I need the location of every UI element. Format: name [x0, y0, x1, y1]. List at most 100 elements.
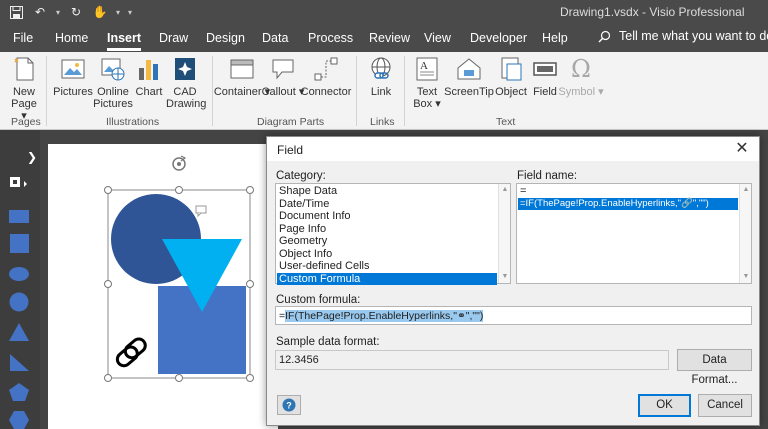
link-icon: [368, 56, 394, 82]
tab-help[interactable]: Help: [542, 31, 568, 45]
group-separator: [356, 56, 357, 126]
online-pictures-button[interactable]: Online Pictures: [93, 56, 133, 110]
touch-dropdown-icon[interactable]: ▾: [114, 2, 122, 22]
tab-file[interactable]: File: [13, 31, 33, 45]
canvas-shapes: [104, 155, 254, 382]
shape-pentagon-icon[interactable]: [8, 382, 30, 402]
group-label-diagram-parts: Diagram Parts: [257, 116, 325, 128]
callout-icon: [270, 56, 296, 82]
tab-home[interactable]: Home: [55, 31, 88, 45]
drawing-canvas[interactable]: [48, 144, 278, 429]
customize-qat-icon[interactable]: ▾: [126, 2, 134, 22]
object-icon: [498, 56, 524, 82]
list-item-selected[interactable]: =IF(ThePage!Prop.EnableHyperlinks,"🔗",""…: [518, 197, 738, 210]
close-icon[interactable]: ✕: [733, 140, 751, 158]
cancel-button[interactable]: Cancel: [698, 394, 752, 417]
list-item[interactable]: Object Info: [277, 248, 497, 261]
group-label-links: Links: [370, 116, 395, 128]
tab-developer[interactable]: Developer: [470, 31, 527, 45]
list-item[interactable]: Shape Data: [277, 185, 497, 198]
category-scrollbar[interactable]: ▲ ▼: [498, 184, 510, 283]
pictures-button[interactable]: Pictures: [53, 56, 93, 98]
list-item[interactable]: Document Info: [277, 210, 497, 223]
dialog-title-bar: Field ✕: [267, 137, 759, 161]
cad-drawing-button[interactable]: CAD Drawing: [166, 56, 206, 110]
tab-draw[interactable]: Draw: [159, 31, 188, 45]
shapes-panel: ❯: [0, 130, 40, 429]
category-label: Category:: [276, 170, 326, 182]
window-title: Drawing1.vsdx - Visio Professional: [560, 5, 745, 19]
tab-insert[interactable]: Insert: [107, 31, 142, 51]
sample-data-label: Sample data format:: [276, 336, 380, 348]
hyperlink-chain-icon: [115, 337, 147, 368]
tab-review[interactable]: Review: [369, 31, 410, 45]
touch-mode-icon[interactable]: ✋: [90, 2, 110, 22]
tab-design[interactable]: Design: [206, 31, 245, 45]
omega-symbol-icon: Ω: [571, 55, 591, 83]
field-name-scrollbar[interactable]: ▲ ▼: [739, 184, 751, 283]
field-button[interactable]: Field: [530, 56, 560, 98]
shape-ellipse-icon[interactable]: [8, 264, 30, 284]
container-button[interactable]: Container ▾: [214, 56, 270, 98]
ok-button[interactable]: OK: [638, 394, 691, 417]
group-label-pages: Pages: [11, 116, 41, 128]
field-icon: [532, 56, 558, 82]
shape-rectangle-icon[interactable]: [8, 206, 30, 226]
link-button[interactable]: Link: [364, 56, 398, 98]
list-item[interactable]: Geometry: [277, 235, 497, 248]
sample-data-field: 12.3456: [275, 350, 669, 370]
rotate-handle-icon: [172, 155, 187, 171]
field-name-label: Field name:: [517, 170, 578, 182]
expand-panel-icon[interactable]: ❯: [27, 150, 37, 164]
undo-icon[interactable]: ↶: [30, 2, 50, 22]
list-item[interactable]: =: [518, 185, 738, 198]
screentip-button[interactable]: ScreenTip: [444, 56, 494, 98]
new-page-button[interactable]: New Page ▾: [6, 56, 42, 122]
shape-square-icon[interactable]: [8, 234, 30, 254]
help-button[interactable]: ?: [277, 395, 301, 415]
tab-data[interactable]: Data: [262, 31, 288, 45]
tell-me-box[interactable]: Tell me what you want to do: [598, 29, 768, 43]
shape-hexagon-icon[interactable]: [8, 410, 30, 429]
comment-icon: [195, 205, 207, 218]
chart-button[interactable]: Chart: [134, 56, 164, 98]
online-pictures-icon: [100, 56, 126, 82]
custom-formula-input[interactable]: =IF(ThePage!Prop.EnableHyperlinks,"⚭",""…: [275, 306, 752, 325]
tell-me-text: Tell me what you want to do: [619, 29, 768, 43]
tab-view[interactable]: View: [424, 31, 451, 45]
shape-right-triangle-icon[interactable]: [8, 352, 30, 372]
category-list[interactable]: Shape Data Date/Time Document Info Page …: [275, 183, 511, 285]
stencil-icon[interactable]: [10, 176, 30, 190]
connector-icon: [313, 56, 339, 82]
list-item-selected[interactable]: Custom Formula: [277, 272, 497, 285]
new-page-icon: [11, 56, 37, 82]
callout-button[interactable]: Callout ▾: [262, 56, 304, 98]
group-label-illustrations: Illustrations: [106, 116, 160, 128]
field-name-list[interactable]: = =IF(ThePage!Prop.EnableHyperlinks,"🔗",…: [516, 183, 752, 284]
list-item[interactable]: Date/Time: [277, 198, 497, 211]
text-box-button[interactable]: A Text Box ▾: [410, 56, 444, 110]
redo-icon[interactable]: ↻: [66, 2, 86, 22]
chart-icon: [136, 56, 162, 82]
cad-drawing-icon: [172, 56, 198, 82]
help-icon: ?: [282, 398, 296, 412]
undo-dropdown-icon[interactable]: ▾: [54, 2, 62, 22]
object-button[interactable]: Object: [494, 56, 528, 98]
list-item[interactable]: User-defined Cells: [277, 260, 497, 273]
dialog-title: Field: [277, 143, 304, 157]
connector-button[interactable]: Connector: [301, 56, 351, 98]
group-separator: [404, 56, 405, 126]
list-item[interactable]: Page Info: [277, 223, 497, 236]
custom-formula-selection: IF(ThePage!Prop.EnableHyperlinks,"⚭",""): [285, 310, 484, 322]
tab-process[interactable]: Process: [308, 31, 353, 45]
data-format-button[interactable]: Data Format...: [677, 349, 752, 386]
screentip-icon: [456, 56, 482, 82]
title-bar: ↶ ▾ ↻ ✋ ▾ ▾ Drawing1.vsdx - Visio Profes…: [0, 0, 768, 24]
pictures-icon: [60, 56, 86, 82]
symbol-button[interactable]: Ω Symbol ▾: [558, 55, 603, 98]
custom-formula-label: Custom formula:: [276, 294, 361, 306]
save-icon[interactable]: [6, 2, 26, 22]
shape-triangle-icon[interactable]: [8, 322, 30, 342]
shape-circle-icon[interactable]: [8, 292, 30, 312]
svg-text:A: A: [420, 60, 428, 72]
